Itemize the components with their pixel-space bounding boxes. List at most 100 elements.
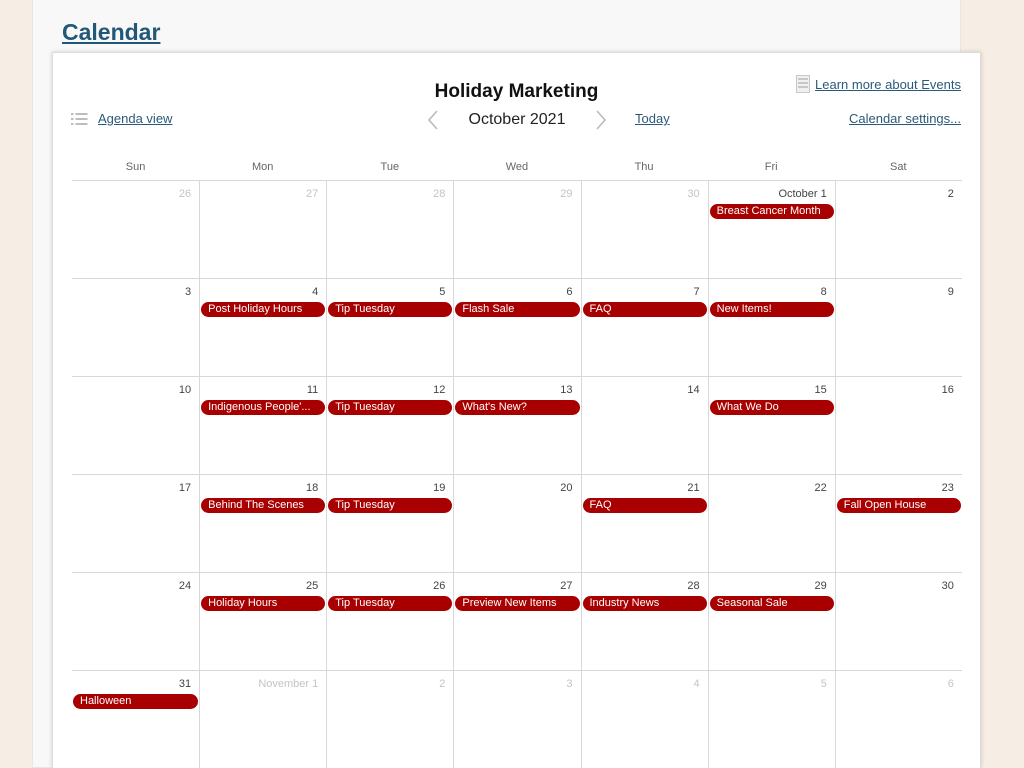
event-pill[interactable]: Fall Open House	[836, 498, 961, 513]
day-cell[interactable]: 22	[707, 475, 835, 572]
day-cell[interactable]: 10	[72, 377, 199, 474]
day-number: 6	[947, 678, 954, 690]
event-pill[interactable]: Holiday Hours	[201, 596, 326, 611]
day-cell[interactable]: 5 Tip Tuesday	[326, 279, 453, 376]
event-pill[interactable]: Halloween	[73, 694, 199, 709]
chevron-left-icon[interactable]	[427, 110, 439, 130]
event-pill[interactable]: Seasonal Sale	[709, 596, 834, 611]
day-number: 7	[693, 286, 700, 298]
day-of-week-sun: Sun	[125, 161, 146, 173]
day-number: 2	[439, 678, 446, 690]
day-cell[interactable]: 3	[72, 279, 199, 376]
day-cell[interactable]: 27 Preview New Items	[453, 573, 580, 670]
day-cell[interactable]: 14	[580, 377, 708, 474]
event-pill[interactable]: Tip Tuesday	[328, 498, 453, 513]
day-cell[interactable]: 6 Flash Sale	[453, 279, 580, 376]
day-cell[interactable]: 31 Halloween	[72, 671, 199, 768]
agenda-view-link[interactable]: Agenda view	[71, 111, 172, 126]
event-pill[interactable]: Preview New Items	[455, 596, 580, 611]
agenda-view-label: Agenda view	[98, 111, 173, 126]
day-cell[interactable]: 30	[834, 573, 962, 670]
day-number: 31	[178, 678, 192, 690]
day-number: 29	[814, 580, 827, 592]
day-cell[interactable]: 28	[326, 181, 453, 278]
calendar-settings-link[interactable]: Calendar settings...	[849, 111, 961, 126]
day-number: 4	[693, 678, 700, 690]
day-cell[interactable]: 21 FAQ	[580, 475, 708, 572]
day-cell[interactable]: 12 Tip Tuesday	[326, 377, 453, 474]
event-pill[interactable]: New Items!	[709, 302, 834, 317]
event-pill[interactable]: Breast Cancer Month	[709, 204, 834, 219]
day-cell[interactable]: 6	[834, 671, 962, 768]
day-cell[interactable]: 8 New Items!	[707, 279, 835, 376]
event-pill[interactable]: What's New?	[455, 400, 580, 415]
day-cell[interactable]: 15 What We Do	[707, 377, 835, 474]
event-pill[interactable]: Indigenous People'...	[201, 400, 326, 415]
day-cell[interactable]: 25 Holiday Hours	[199, 573, 326, 670]
day-number: 24	[178, 580, 192, 592]
day-number: 27	[306, 188, 319, 200]
day-cell[interactable]: 18 Behind The Scenes	[199, 475, 326, 572]
day-cell[interactable]: 30	[580, 181, 708, 278]
calendar-weeks: 26 27 28 29 30 October 1 Breast Cancer Month 2 3…	[72, 181, 962, 768]
day-cell[interactable]: 23 Fall Open House	[834, 475, 962, 572]
event-pill[interactable]: FAQ	[582, 302, 707, 317]
day-cell[interactable]: 29	[453, 181, 580, 278]
day-cell[interactable]: 26 Tip Tuesday	[326, 573, 453, 670]
day-number: 18	[306, 482, 319, 494]
day-cell[interactable]: 16	[834, 377, 962, 474]
day-cell[interactable]: 27	[199, 181, 326, 278]
day-cell[interactable]: 19 Tip Tuesday	[326, 475, 453, 572]
day-cell[interactable]: November 1	[199, 671, 326, 768]
day-cell[interactable]: 4 Post Holiday Hours	[199, 279, 326, 376]
day-of-week-tue: Tue	[380, 161, 400, 173]
list-icon	[71, 112, 88, 125]
day-cell[interactable]: 3	[453, 671, 580, 768]
day-cell[interactable]: October 1 Breast Cancer Month	[707, 181, 835, 278]
week-row: 17 18 Behind The Scenes 19 Tip Tuesday 20 21 FA…	[72, 475, 962, 573]
day-cell[interactable]: 24	[72, 573, 199, 670]
day-number: 11	[306, 384, 319, 396]
day-cell[interactable]: 20	[453, 475, 580, 572]
day-cell[interactable]: 28 Industry News	[580, 573, 708, 670]
event-pill[interactable]: Post Holiday Hours	[201, 302, 326, 317]
event-pill[interactable]: Tip Tuesday	[328, 596, 453, 611]
day-number: 16	[941, 384, 954, 396]
day-of-week-thu: Thu	[634, 161, 654, 173]
event-pill[interactable]: Tip Tuesday	[328, 302, 453, 317]
event-pill[interactable]: FAQ	[582, 498, 707, 513]
week-row: 31 Halloween November 1 2 3 4 5 6	[72, 671, 962, 768]
day-number: 13	[560, 384, 573, 396]
day-cell[interactable]: 26	[72, 181, 199, 278]
event-pill[interactable]: What We Do	[709, 400, 834, 415]
today-link[interactable]: Today	[635, 111, 670, 126]
day-number: 5	[820, 678, 827, 690]
day-number: 20	[560, 482, 573, 494]
day-cell[interactable]: 29 Seasonal Sale	[707, 573, 835, 670]
week-row: 24 25 Holiday Hours 26 Tip Tuesday 27 Preview …	[72, 573, 962, 671]
day-cell[interactable]: 7 FAQ	[580, 279, 708, 376]
day-number: 15	[814, 384, 827, 396]
chevron-right-icon[interactable]	[595, 110, 607, 130]
day-number: 23	[941, 482, 954, 494]
event-pill[interactable]: Behind The Scenes	[201, 498, 326, 513]
event-pill[interactable]: Industry News	[582, 596, 707, 611]
day-cell[interactable]: 2	[834, 181, 962, 278]
day-cell[interactable]: 13 What's New?	[453, 377, 580, 474]
event-pill[interactable]: Tip Tuesday	[328, 400, 453, 415]
week-row: 3 4 Post Holiday Hours 5 Tip Tuesday 6 Flash S…	[72, 279, 962, 377]
day-number: 28	[433, 188, 446, 200]
day-number: 4	[312, 286, 319, 298]
day-cell[interactable]: 17	[72, 475, 199, 572]
page-title[interactable]: Calendar	[62, 18, 160, 46]
day-cell[interactable]: 2	[326, 671, 453, 768]
week-row: 10 11 Indigenous People'... 12 Tip Tuesday 13…	[72, 377, 962, 475]
day-cell[interactable]: 9	[834, 279, 962, 376]
calendar-title: Holiday Marketing	[434, 81, 599, 102]
month-label: October 2021	[468, 111, 566, 128]
day-cell[interactable]: 11 Indigenous People'...	[199, 377, 326, 474]
day-cell[interactable]: 5	[707, 671, 835, 768]
day-cell[interactable]: 4	[580, 671, 708, 768]
event-pill[interactable]: Flash Sale	[455, 302, 580, 317]
day-number: 6	[566, 286, 573, 298]
